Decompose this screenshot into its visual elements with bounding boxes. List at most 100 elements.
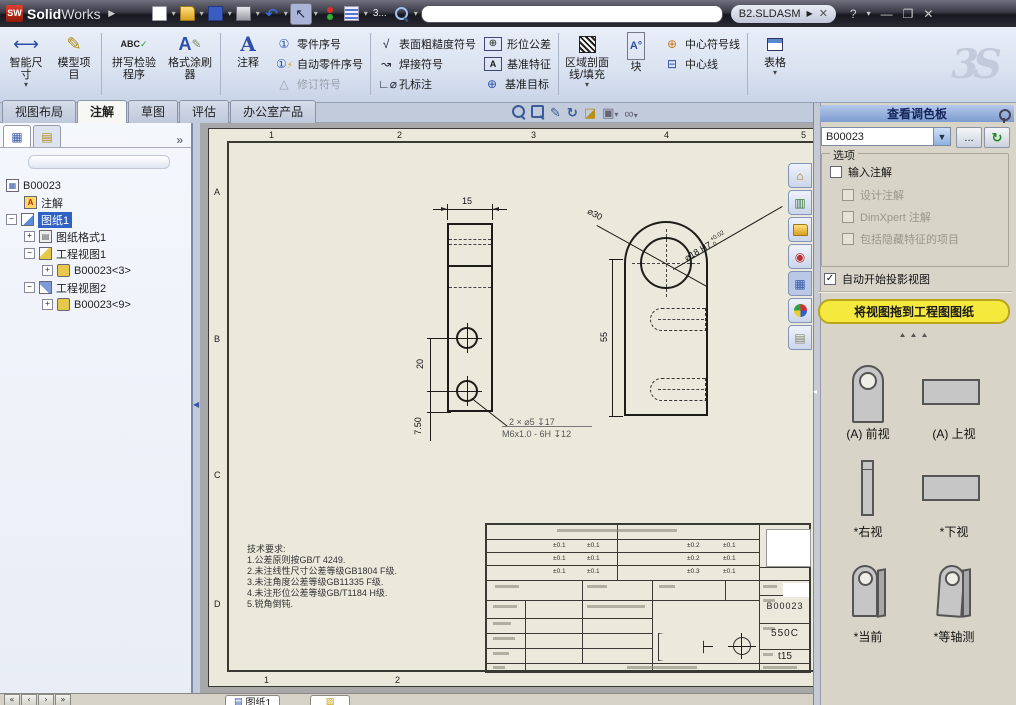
tree-item-view2[interactable]: − 工程视图2 bbox=[2, 279, 189, 296]
filter-bar[interactable] bbox=[28, 155, 170, 169]
tables-caret-icon[interactable]: ▾ bbox=[773, 69, 777, 77]
top-view-thumb[interactable] bbox=[922, 379, 980, 405]
collapse-icon[interactable]: − bbox=[24, 282, 35, 293]
save-caret-icon[interactable]: ▾ bbox=[228, 9, 232, 18]
restore-icon[interactable]: ❐ bbox=[903, 7, 914, 21]
add-sheet-tab[interactable]: ▨ bbox=[310, 695, 350, 705]
splitter-collapse-icon[interactable]: ◀ bbox=[193, 400, 199, 409]
dimension-55[interactable]: 55 bbox=[599, 332, 609, 342]
drawing-sheet[interactable]: 1 2 3 4 5 1 2 A B C D 15 20 7.50 2 × ⌀5 … bbox=[208, 128, 813, 687]
appearances-scenes-icon[interactable] bbox=[788, 298, 812, 323]
title-block[interactable]: ±0.1 ±0.1 ±0.2 ±0.1 ±0.1 ±0.1 ±0.2 ±0.1 … bbox=[485, 523, 811, 673]
design-library-icon[interactable]: ▥ bbox=[788, 190, 812, 215]
tree-item-sheet1[interactable]: − 图纸1 bbox=[2, 211, 189, 228]
undo-icon[interactable]: ↶ bbox=[262, 4, 282, 24]
area-hatch-caret-icon[interactable]: ▾ bbox=[585, 81, 589, 89]
search-caret-icon[interactable]: ▾ bbox=[414, 9, 418, 18]
center-mark-button[interactable]: ⊕ 中心符号线 bbox=[660, 34, 744, 54]
model-items-button[interactable]: ✎ 模型项目 bbox=[50, 30, 98, 83]
feature-tree-tab[interactable]: ▦ bbox=[3, 125, 31, 147]
sheet1-tab[interactable]: ▤ 图纸1 bbox=[225, 695, 281, 705]
dimension-7-50[interactable]: 7.50 bbox=[413, 417, 423, 435]
file-explorer-icon[interactable] bbox=[788, 217, 812, 242]
expand-icon[interactable]: + bbox=[42, 299, 53, 310]
datum-target-button[interactable]: ⊕ 基准目标 bbox=[480, 74, 555, 94]
appearance-icon[interactable]: ◪ bbox=[584, 105, 596, 121]
auto-start-row[interactable]: ✓ 自动开始投影视图 bbox=[824, 271, 930, 287]
zoom-fit-icon[interactable] bbox=[512, 105, 525, 121]
tree-item-root[interactable]: ▦ B00023 bbox=[2, 177, 189, 194]
save-icon[interactable] bbox=[206, 4, 226, 24]
document-combo[interactable]: B00023 ▼ bbox=[821, 127, 951, 146]
datum-feature-button[interactable]: A 基准特征 bbox=[480, 54, 555, 74]
tab-office-products[interactable]: 办公室产品 bbox=[230, 100, 317, 123]
custom-properties-icon[interactable]: ▤ bbox=[788, 325, 812, 350]
block-button[interactable]: A° 块 bbox=[612, 30, 660, 75]
document-tab-expand-icon[interactable]: ▶ bbox=[807, 9, 813, 18]
rebuild-traffic-light-icon[interactable] bbox=[320, 4, 340, 24]
display-style-icon[interactable]: ▣▾ bbox=[602, 105, 618, 121]
browse-button[interactable]: ... bbox=[956, 127, 982, 148]
technical-notes[interactable]: 技术要求: 1.公差原则按GB/T 4249. 2.未注线性尺寸公差等级GB18… bbox=[247, 544, 397, 610]
first-sheet-icon[interactable]: « bbox=[4, 694, 20, 705]
select-arrow-icon[interactable]: ↖ bbox=[289, 2, 312, 25]
note-button[interactable]: A 注释 bbox=[224, 30, 272, 71]
menu-expand-icon[interactable]: ▶ bbox=[102, 4, 122, 24]
geometric-tolerance-button[interactable]: ⊕ 形位公差 bbox=[480, 34, 555, 54]
surface-finish-button[interactable]: √ 表面粗糙度符号 bbox=[374, 34, 480, 54]
dimension-15[interactable]: 15 bbox=[462, 196, 472, 206]
resize-handle-dots[interactable] bbox=[900, 333, 927, 337]
undo-caret-icon[interactable]: ▾ bbox=[284, 9, 288, 18]
hole-callout-line2[interactable]: M6x1.0 - 6H ↧12 bbox=[502, 429, 571, 440]
expand-panel-icon[interactable]: » bbox=[176, 133, 183, 147]
import-annotations-checkbox[interactable] bbox=[830, 166, 842, 178]
expand-icon[interactable]: + bbox=[24, 231, 35, 242]
last-sheet-icon[interactable]: » bbox=[55, 694, 71, 705]
prev-sheet-icon[interactable]: ‹ bbox=[21, 694, 37, 705]
options-caret-icon[interactable]: ▾ bbox=[364, 9, 368, 18]
graphics-area[interactable]: 1 2 3 4 5 1 2 A B C D 15 20 7.50 2 × ⌀5 … bbox=[200, 123, 813, 693]
dimension-20[interactable]: 20 bbox=[415, 359, 425, 369]
view-orientation-icon[interactable]: ∞▾ bbox=[624, 106, 637, 121]
tree-item-sheet-format[interactable]: + ▤ 图纸格式1 bbox=[2, 228, 189, 245]
isometric-view-thumb[interactable] bbox=[934, 563, 978, 619]
search-icon[interactable] bbox=[392, 4, 412, 24]
pin-icon[interactable] bbox=[999, 109, 1011, 123]
rotate-view-icon[interactable]: ↻ bbox=[567, 105, 578, 121]
tree-item-view1-part[interactable]: + B00023<3> bbox=[2, 262, 189, 279]
design-annotations-checkbox[interactable] bbox=[842, 189, 854, 201]
format-painter-button[interactable]: A ✎ 格式涂刷器 bbox=[163, 30, 217, 83]
design-annotations-row[interactable]: 设计注解 bbox=[842, 187, 904, 203]
document-tab[interactable]: B2.SLDASM ▶ ✕ bbox=[730, 4, 836, 23]
hole-callout-line1[interactable]: 2 × ⌀5 ↧17 bbox=[509, 417, 555, 428]
smart-dimension-caret-icon[interactable]: ▾ bbox=[24, 81, 28, 89]
print-caret-icon[interactable]: ▾ bbox=[256, 9, 260, 18]
dimxpert-row[interactable]: DimXpert 注解 bbox=[842, 209, 931, 225]
spell-checker-button[interactable]: ABC ✓ 拼写检验程序 bbox=[105, 30, 163, 83]
property-manager-tab[interactable]: ▤ bbox=[33, 125, 61, 147]
centerline-button[interactable]: ⊟ 中心线 bbox=[660, 54, 744, 74]
tree-item-view1[interactable]: − 工程视图1 bbox=[2, 245, 189, 262]
tree-item-annotations[interactable]: A 注解 bbox=[2, 194, 189, 211]
include-hidden-row[interactable]: 包括隐藏特征的项目 bbox=[842, 231, 959, 247]
view-palette-icon[interactable]: ▦ bbox=[788, 271, 812, 296]
select-caret-icon[interactable]: ▾ bbox=[314, 9, 318, 18]
tab-view-layout[interactable]: 视图布局 bbox=[2, 100, 77, 123]
search-input[interactable] bbox=[420, 4, 723, 23]
combo-dropdown-icon[interactable]: ▼ bbox=[933, 128, 950, 145]
area-hatch-button[interactable]: 区域剖面线/填充 ▾ bbox=[562, 30, 612, 91]
refresh-button[interactable]: ↻ bbox=[984, 127, 1010, 148]
smart-dimension-button[interactable]: ⟷ 智能尺寸 ▾ bbox=[2, 30, 50, 91]
weld-symbol-button[interactable]: ↝ 焊接符号 bbox=[374, 54, 480, 74]
bottom-view-thumb[interactable] bbox=[922, 475, 980, 501]
balloon-button[interactable]: ① 零件序号 bbox=[272, 34, 367, 54]
tables-button[interactable]: 表格 ▾ bbox=[751, 30, 799, 79]
help-icon[interactable]: ? bbox=[850, 7, 857, 21]
search-results-icon[interactable]: ◉ bbox=[788, 244, 812, 269]
palette-collapse-strip[interactable]: ◂ bbox=[813, 103, 821, 705]
current-view-thumb[interactable] bbox=[852, 563, 896, 619]
toolbar-overflow-label[interactable]: 3... bbox=[370, 4, 390, 24]
minimize-icon[interactable]: — bbox=[881, 7, 893, 21]
palette-collapse-icon[interactable]: ◂ bbox=[813, 387, 817, 396]
auto-start-checkbox[interactable]: ✓ bbox=[824, 273, 836, 285]
